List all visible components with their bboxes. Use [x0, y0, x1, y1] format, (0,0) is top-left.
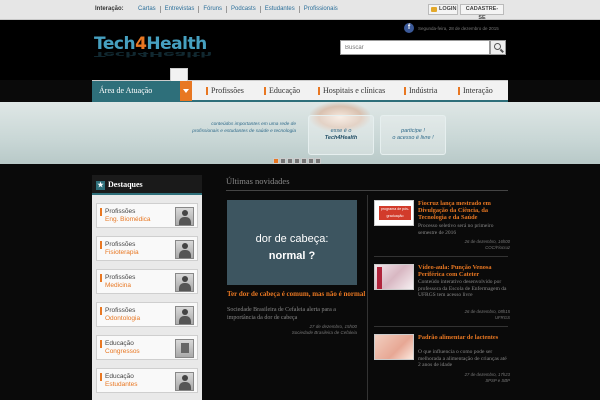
person-icon: [175, 306, 194, 325]
feature-title-link[interactable]: Ter dor de cabeça é comum, mas não é nor…: [227, 290, 367, 298]
nav-item-educacao[interactable]: Educação: [264, 81, 300, 101]
date-text: Segunda-feira, 28 de dezembro de 2015: [418, 26, 499, 31]
top-link-cartas[interactable]: Cartas: [134, 6, 160, 13]
news-title-link[interactable]: Fiocruz lança mestrado em Divulgação da …: [418, 200, 510, 221]
sidebar-item-category: Educação: [105, 340, 134, 347]
sidebar-item-category: Profissões: [105, 307, 136, 314]
interaction-label: Interação:: [95, 6, 124, 12]
login-button[interactable]: LOGIN: [428, 4, 458, 15]
banner-card-join-pre: participe !: [401, 128, 425, 134]
banner-dot[interactable]: [294, 158, 300, 164]
nav-area-dropdown[interactable]: Área de Atuação: [92, 81, 192, 101]
feature-image-line1: dor de cabeça:: [255, 233, 329, 245]
news-date: 27 de dezembro, 17h23: [464, 372, 510, 377]
banner-pager: [273, 158, 322, 164]
banner-dot[interactable]: [280, 158, 286, 164]
feature-image-line2: normal ?: [268, 250, 316, 262]
signup-button[interactable]: CADASTRE-SE: [460, 4, 504, 21]
logo-reflection: Tech4Health: [94, 50, 213, 58]
sidebar-item-medicina[interactable]: Profissões Medicina: [96, 269, 198, 294]
nav-area-label: Área de Atuação: [99, 86, 153, 95]
login-label: LOGIN: [439, 6, 457, 12]
nav-tab-decoration: [170, 68, 188, 81]
sidebar-highlights: ★ Destaques Profissões Eng. Biomédica Pr…: [92, 175, 202, 400]
nav-item-interacao[interactable]: Interação: [458, 81, 493, 101]
news-thumbnail-label: programa de pós-graduação: [379, 206, 411, 220]
news-thumbnail[interactable]: [374, 334, 414, 360]
news-description: Processo seletivo será no primeiro semes…: [418, 223, 494, 236]
feature-meta: 27 de dezembro, 15h00 Sociedade Brasilei…: [227, 324, 357, 336]
top-link-estudantes[interactable]: Estudantes: [259, 6, 299, 13]
news-description: O que influencia o como pode ser melhora…: [418, 349, 507, 368]
section-title: Últimas novidades: [226, 176, 290, 186]
chevron-down-icon: [180, 81, 192, 101]
sidebar-item-category: Profissões: [105, 208, 136, 215]
banner-card-brand-name: Tech4Health: [324, 135, 358, 141]
top-link-profissionais[interactable]: Profissionais: [298, 6, 342, 13]
top-link-foruns[interactable]: Fóruns: [198, 6, 226, 13]
banner-dot[interactable]: [287, 158, 293, 164]
star-icon: ★: [96, 181, 105, 190]
header: Tech4Health Tech4Health f Segunda-feira,…: [0, 20, 600, 80]
banner-card-join-post: o acesso é livre !: [392, 135, 434, 141]
banner-dot[interactable]: [308, 158, 314, 164]
news-title-link[interactable]: Padrão alimentar de lactentes: [418, 334, 510, 341]
badge-icon: [175, 339, 194, 358]
banner-card-brand-pre: esse é o: [330, 128, 352, 134]
sidebar-item-category: Profissões: [105, 241, 136, 248]
feature-source: Sociedade Brasileira de Cefaleia: [291, 330, 357, 335]
person-icon: [175, 273, 194, 292]
nav-item-industria[interactable]: Indústria: [404, 81, 437, 101]
sidebar-item-fisioterapia[interactable]: Profissões Fisioterapia: [96, 236, 198, 261]
banner-dot[interactable]: [301, 158, 307, 164]
news-thumbnail[interactable]: [374, 264, 414, 290]
news-date: 26 de dezembro, 16h00: [464, 239, 510, 244]
sidebar-item-label: Estudantes: [105, 381, 138, 388]
nav-item-profissoes[interactable]: Profissões: [206, 81, 244, 101]
sidebar-item-label: Congressos: [105, 348, 140, 355]
facebook-icon[interactable]: f: [404, 23, 414, 33]
banner-dot[interactable]: [315, 158, 321, 164]
sidebar-item-eng-biomedica[interactable]: Profissões Eng. Biomédica: [96, 203, 198, 228]
sidebar-title: ★ Destaques: [92, 175, 202, 195]
top-link-podcasts[interactable]: Podcasts: [226, 6, 260, 13]
top-bar: Interação: Cartas Entrevistas Fóruns Pod…: [0, 0, 600, 21]
column-divider: [367, 195, 368, 400]
lock-icon: [431, 7, 437, 12]
news-source: SPSP e SBP: [485, 378, 510, 383]
sidebar-item-label: Medicina: [105, 282, 132, 289]
news-date: 26 de dezembro, 08h15: [464, 309, 510, 314]
sidebar-title-text: Destaques: [108, 180, 143, 189]
main-nav: Área de Atuação Profissões Educação Hosp…: [92, 68, 508, 102]
hero-banner[interactable]: conteúdos importantes em uma rede de pro…: [0, 102, 600, 164]
news-thumbnail[interactable]: programa de pós-graduação: [374, 200, 414, 226]
sidebar-item-category: Educação: [105, 373, 134, 380]
person-icon: [175, 240, 194, 259]
sidebar-item-category: Profissões: [105, 274, 136, 281]
sidebar-item-label: Eng. Biomédica: [105, 216, 151, 223]
sidebar-item-congressos[interactable]: Educação Congressos: [96, 335, 198, 360]
nav-item-hospitais[interactable]: Hospitais e clínicas: [318, 81, 385, 101]
feature-description: Sociedade Brasileira de Cefaleia alerta …: [227, 307, 336, 321]
sidebar-item-label: Odontologia: [105, 315, 141, 322]
sidebar-item-label: Fisioterapia: [105, 249, 139, 256]
search-button[interactable]: [490, 40, 506, 55]
banner-text-network: conteúdos importantes em uma rede de pro…: [192, 122, 296, 134]
news-source: COC/Fiocruz: [485, 245, 510, 250]
search-input[interactable]: [340, 40, 490, 55]
top-link-entrevistas[interactable]: Entrevistas: [159, 6, 199, 13]
divider: [226, 190, 508, 191]
person-icon: [175, 207, 194, 226]
sidebar-item-odontologia[interactable]: Profissões Odontologia: [96, 302, 198, 327]
banner-dot[interactable]: [273, 158, 279, 164]
sidebar-item-estudantes[interactable]: Educação Estudantes: [96, 368, 198, 393]
feature-image[interactable]: dor de cabeça: normal ?: [227, 200, 357, 285]
top-nav: Cartas Entrevistas Fóruns Podcasts Estud…: [134, 6, 342, 13]
banner-card-brand: esse é o Tech4Health: [308, 115, 374, 155]
person-icon: [175, 372, 194, 391]
news-source: UFRGS: [494, 315, 510, 320]
banner-card-join: participe ! o acesso é livre !: [380, 115, 446, 155]
news-description: Conteúdo interativo desenvolvido por pro…: [418, 279, 507, 298]
news-title-link[interactable]: Vídeo-aula: Punção Venosa Periférica com…: [418, 264, 510, 278]
